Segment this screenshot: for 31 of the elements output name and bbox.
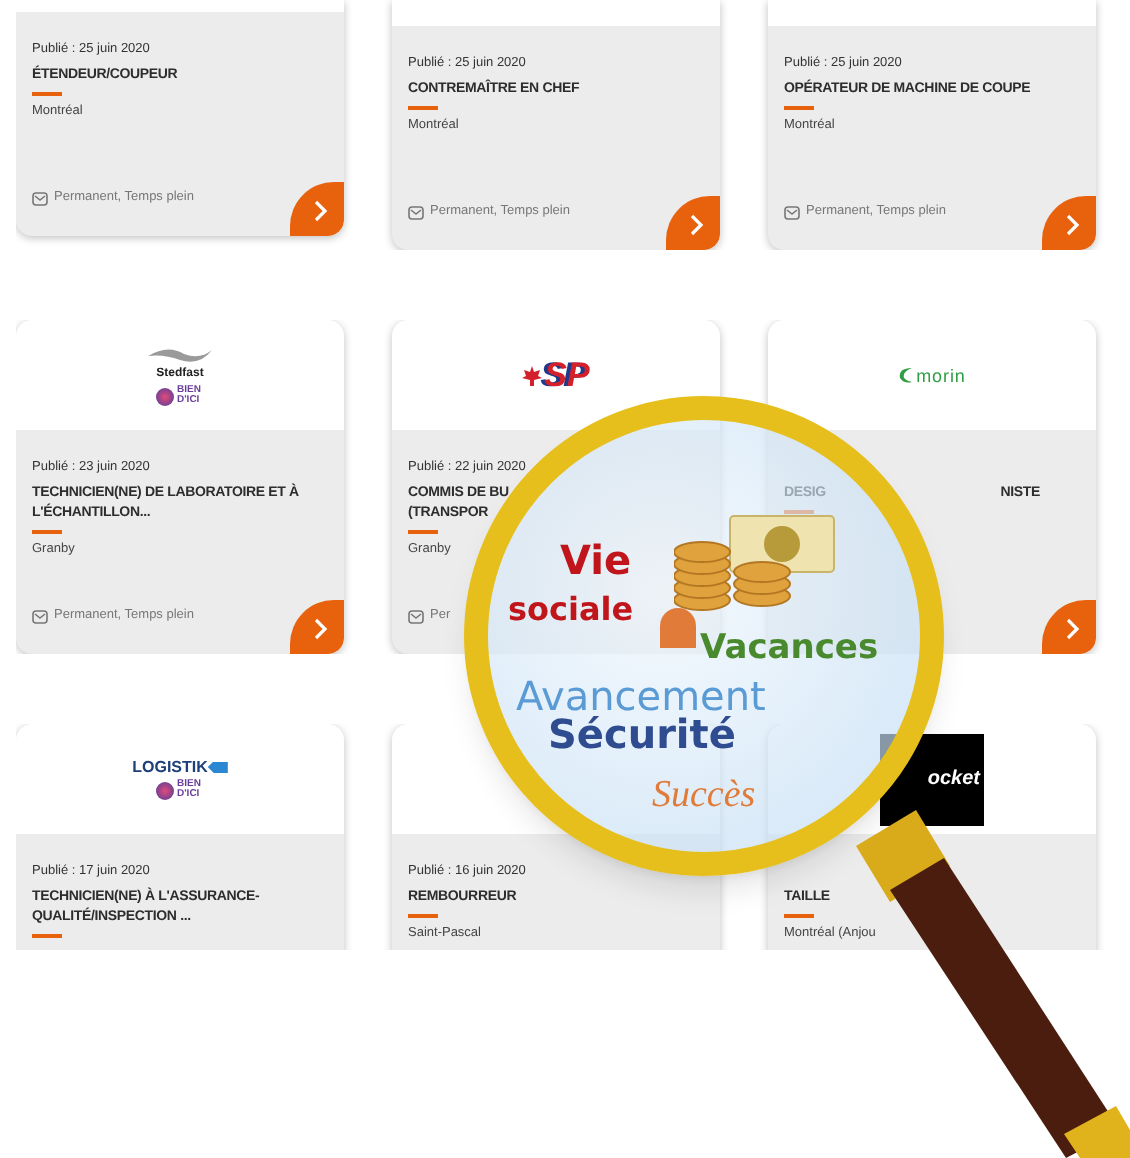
envelope-icon bbox=[32, 609, 48, 624]
brand-text: LOGISTIK bbox=[132, 758, 208, 776]
next-button[interactable] bbox=[290, 600, 344, 654]
word-label: Vie bbox=[560, 540, 632, 580]
chevron-right-icon bbox=[689, 214, 703, 236]
envelope-icon bbox=[784, 205, 800, 220]
next-button[interactable] bbox=[1042, 600, 1096, 654]
envelope-icon bbox=[408, 609, 424, 624]
globe-icon bbox=[155, 387, 173, 405]
chevron-right-icon bbox=[1065, 618, 1079, 640]
chevron-right-icon bbox=[313, 200, 327, 222]
chevron-right-icon bbox=[1065, 214, 1079, 236]
word-label: sociale bbox=[508, 594, 634, 626]
brand-text: SP bbox=[544, 357, 590, 393]
word-label: Avancement bbox=[516, 676, 766, 716]
swoosh-icon bbox=[898, 366, 915, 384]
chevron-right-icon bbox=[313, 618, 327, 640]
maple-leaf-icon bbox=[522, 365, 543, 385]
globe-icon bbox=[155, 781, 173, 799]
brand-text: morin bbox=[916, 365, 966, 385]
next-button[interactable] bbox=[666, 196, 720, 250]
next-button[interactable] bbox=[290, 182, 344, 236]
brand-text: ocket bbox=[927, 766, 980, 794]
next-button[interactable] bbox=[1042, 196, 1096, 250]
bird-icon bbox=[144, 344, 216, 368]
word-label: Sécurité bbox=[548, 714, 736, 754]
person-silhouette-icon bbox=[660, 608, 696, 648]
word-label: Vacances bbox=[700, 632, 879, 666]
word-label: Succès bbox=[652, 776, 756, 814]
envelope-icon bbox=[408, 205, 424, 220]
envelope-icon bbox=[32, 191, 48, 206]
